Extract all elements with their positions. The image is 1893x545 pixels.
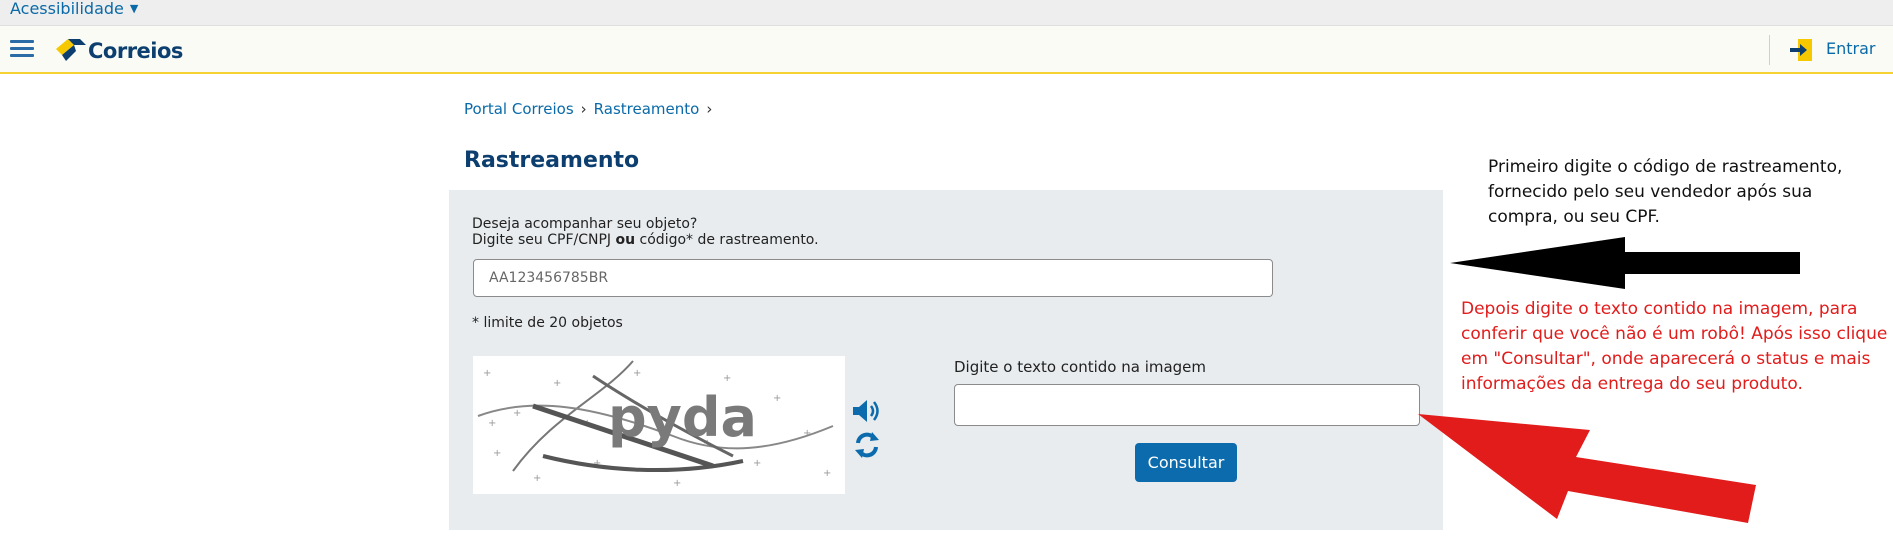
breadcrumb-portal-correios[interactable]: Portal Correios <box>464 100 574 118</box>
black-arrow <box>1450 237 1800 289</box>
chevron-right-icon: › <box>580 100 587 118</box>
svg-text:+: + <box>513 408 521 419</box>
prompt-line2-pre: Digite seu CPF/CNPJ <box>472 232 616 248</box>
header-divider <box>1769 35 1770 65</box>
site-header: Correios Entrar <box>0 26 1893 74</box>
svg-text:+: + <box>533 473 541 484</box>
limit-note: * limite de 20 objetos <box>472 315 623 331</box>
prompt-line2-post: código* de rastreamento. <box>635 232 819 248</box>
tracking-code-input[interactable] <box>473 259 1273 297</box>
hamburger-icon[interactable] <box>10 40 34 58</box>
brand-name[interactable]: Correios <box>88 39 183 63</box>
breadcrumb: Portal Correios › Rastreamento › <box>464 100 719 118</box>
svg-text:+: + <box>773 393 781 404</box>
captcha-image: ++++ ++++ ++++ ++++ pyda <box>473 356 845 494</box>
red-arrow <box>1418 414 1756 523</box>
login-icon[interactable] <box>1788 38 1814 62</box>
svg-text:+: + <box>723 373 731 384</box>
captcha-text: pyda <box>608 386 757 449</box>
chevron-right-icon: › <box>706 100 713 118</box>
svg-text:+: + <box>553 378 561 389</box>
svg-text:+: + <box>673 478 681 489</box>
svg-text:+: + <box>488 418 496 429</box>
accessibility-menu[interactable]: Acessibilidade ▼ <box>10 0 138 18</box>
svg-text:+: + <box>753 458 761 469</box>
accessibility-bar: Acessibilidade ▼ <box>0 0 1893 26</box>
page-title: Rastreamento <box>464 148 640 173</box>
prompt-line2-bold: ou <box>615 232 636 248</box>
svg-text:+: + <box>823 468 831 479</box>
accessibility-label: Acessibilidade <box>10 0 124 18</box>
caret-down-icon: ▼ <box>129 2 139 15</box>
audio-icon[interactable] <box>851 397 883 425</box>
prompt-line1: Deseja acompanhar seu objeto? <box>472 216 698 232</box>
login-link[interactable]: Entrar <box>1826 39 1875 58</box>
svg-text:+: + <box>483 368 491 379</box>
captcha-input[interactable] <box>954 384 1420 426</box>
tracking-prompt: Deseja acompanhar seu objeto? Digite seu… <box>472 216 819 248</box>
prompt-line2: Digite seu CPF/CNPJ ou código* de rastre… <box>472 232 819 248</box>
captcha-label: Digite o texto contido na imagem <box>954 358 1207 376</box>
breadcrumb-rastreamento[interactable]: Rastreamento <box>594 100 700 118</box>
annotation-step2: Depois digite o texto contido na imagem,… <box>1461 299 1888 394</box>
svg-text:+: + <box>633 368 641 379</box>
consultar-button[interactable]: Consultar <box>1135 443 1237 482</box>
svg-text:+: + <box>493 448 501 459</box>
refresh-icon[interactable] <box>852 430 882 460</box>
correios-logo[interactable] <box>54 35 88 63</box>
annotation-step1: Primeiro digite o código de rastreamento… <box>1488 157 1843 227</box>
